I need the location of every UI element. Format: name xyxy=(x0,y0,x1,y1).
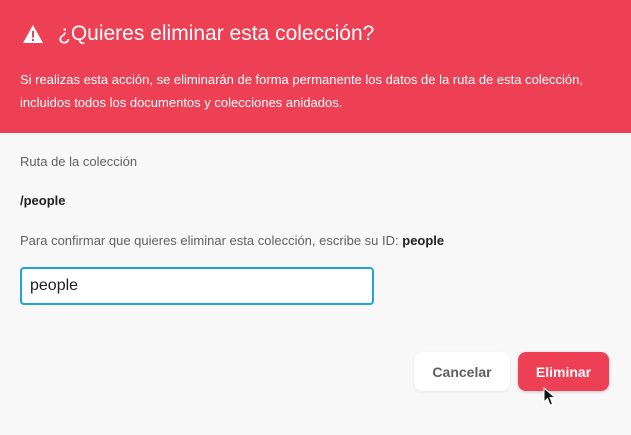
confirm-instructions: Para confirmar que quieres eliminar esta… xyxy=(20,233,444,248)
dialog-title: ¿Quieres eliminar esta colección? xyxy=(58,22,375,45)
dialog-description: Si realizas esta acción, se eliminarán d… xyxy=(20,72,583,110)
delete-collection-dialog: ¿Quieres eliminar esta colección? Si rea… xyxy=(0,0,631,435)
cancel-button[interactable]: Cancelar xyxy=(414,352,510,391)
delete-button[interactable]: Eliminar xyxy=(518,352,609,391)
path-label: Ruta de la colección xyxy=(20,154,138,169)
confirm-text: Para confirmar que quieres eliminar esta… xyxy=(20,233,399,248)
mouse-cursor-icon xyxy=(543,387,557,406)
confirm-id: people xyxy=(402,233,445,248)
dialog-header: ¿Quieres eliminar esta colección? Si rea… xyxy=(0,0,631,133)
collection-id-input[interactable] xyxy=(20,267,374,305)
path-value: /people xyxy=(20,193,66,208)
warning-triangle-icon xyxy=(23,25,43,43)
